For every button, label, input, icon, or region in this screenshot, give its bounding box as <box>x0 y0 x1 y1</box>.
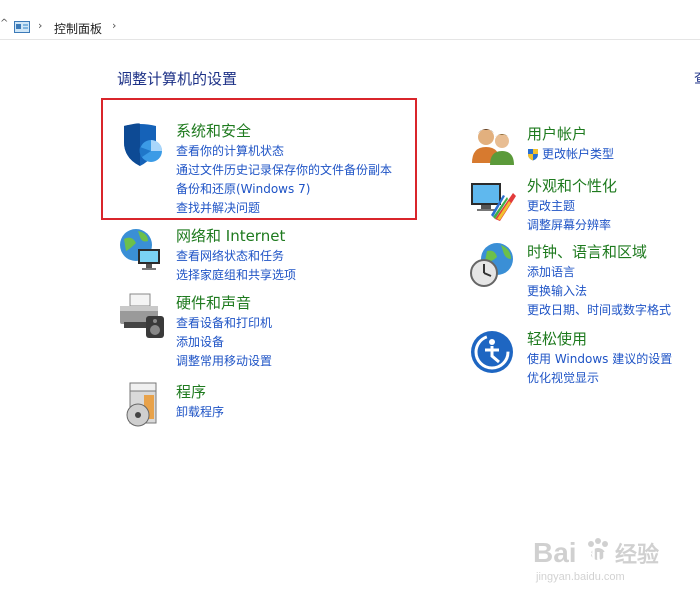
link-uninstall-program[interactable]: 卸载程序 <box>176 403 224 422</box>
address-bar[interactable]: ^ › 控制面板 › <box>0 14 700 40</box>
chevron-right-icon[interactable]: › <box>38 19 42 32</box>
category-title[interactable]: 硬件和声音 <box>176 292 251 313</box>
category-title[interactable]: 网络和 Internet <box>176 225 285 246</box>
users-icon <box>472 129 514 165</box>
network-globe-icon <box>120 229 160 270</box>
highlight-box <box>101 98 417 220</box>
view-by-label[interactable]: 查 <box>694 68 700 88</box>
page-title: 调整计算机的设置 <box>117 70 238 88</box>
link-devices-printers[interactable]: 查看设备和打印机 <box>176 314 272 333</box>
link-change-input-method[interactable]: 更换输入法 <box>527 282 671 301</box>
appearance-icon <box>471 183 516 221</box>
programs-icon <box>126 382 157 427</box>
uac-shield-icon <box>528 149 538 161</box>
link-homegroup-sharing[interactable]: 选择家庭组和共享选项 <box>176 266 296 285</box>
link-mobility-settings[interactable]: 调整常用移动设置 <box>176 352 272 371</box>
category-title[interactable]: 轻松使用 <box>527 328 587 349</box>
link-add-language[interactable]: 添加语言 <box>527 263 671 282</box>
category-title[interactable]: 用户帐户 <box>527 123 587 144</box>
control-panel-icon <box>14 21 30 33</box>
link-network-status[interactable]: 查看网络状态和任务 <box>176 247 296 266</box>
category-title[interactable]: 外观和个性化 <box>527 175 617 196</box>
link-screen-resolution[interactable]: 调整屏幕分辨率 <box>527 216 611 235</box>
link-change-theme[interactable]: 更改主题 <box>527 197 611 216</box>
category-title[interactable]: 时钟、语言和区域 <box>527 241 647 262</box>
ease-of-access-icon <box>471 331 513 373</box>
link-change-account-type[interactable]: 更改帐户类型 <box>527 145 614 164</box>
up-arrow-icon[interactable]: ^ <box>0 18 8 29</box>
clock-globe-icon <box>470 243 513 287</box>
chevron-right-icon[interactable]: › <box>112 19 116 32</box>
watermark-suffix: 经验 <box>615 542 659 568</box>
printer-icon <box>120 293 164 338</box>
link-optimize-visual-display[interactable]: 优化视觉显示 <box>527 369 672 388</box>
watermark-site: jingyan.baidu.com <box>535 571 625 583</box>
link-windows-recommended-settings[interactable]: 使用 Windows 建议的设置 <box>527 350 672 369</box>
category-title[interactable]: 程序 <box>176 381 206 402</box>
watermark-brand-right: du <box>585 546 607 566</box>
link-label: 更改帐户类型 <box>542 147 615 161</box>
watermark-brand-left: Bai <box>533 537 577 568</box>
link-add-device[interactable]: 添加设备 <box>176 333 272 352</box>
breadcrumb-control-panel[interactable]: 控制面板 <box>54 20 102 37</box>
baidu-watermark-logo: Bai du 经验 jingyan.baidu.com <box>533 537 659 583</box>
link-date-time-format[interactable]: 更改日期、时间或数字格式 <box>527 301 671 320</box>
